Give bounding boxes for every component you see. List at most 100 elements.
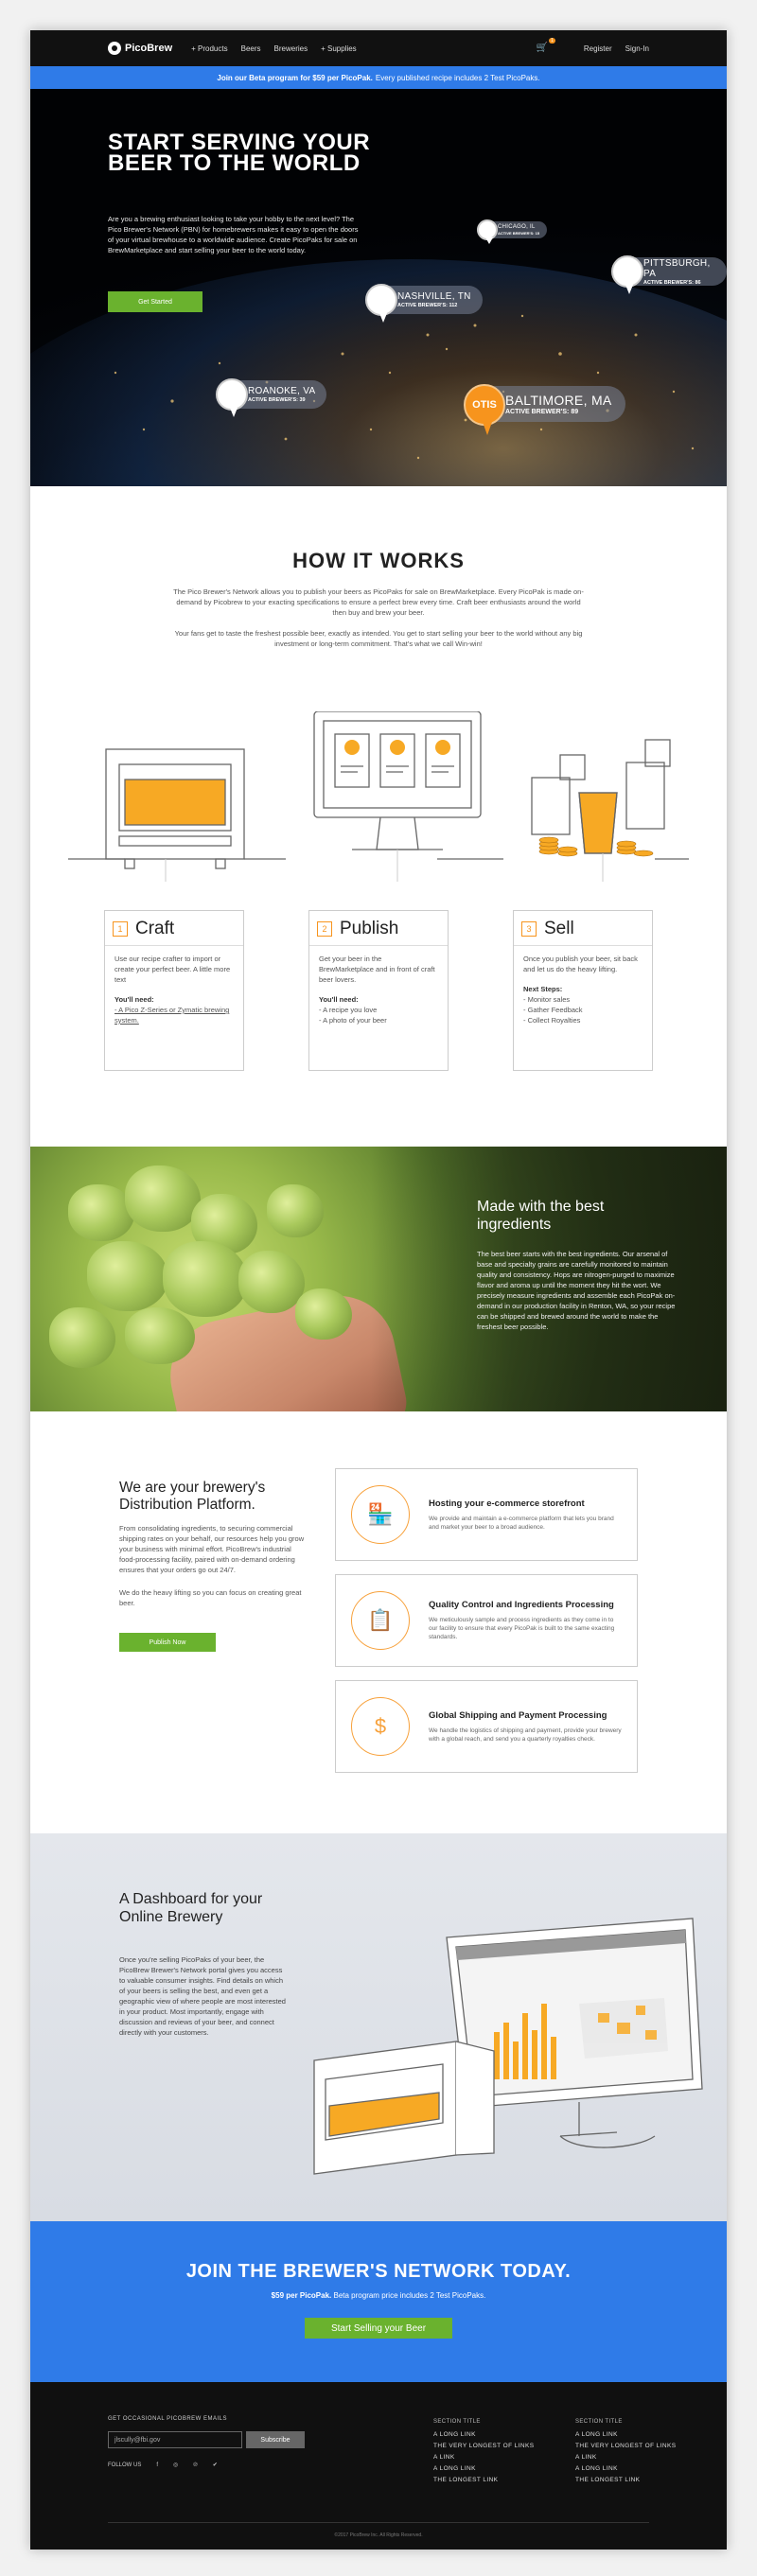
footer: GET OCCASIONAL PICOBREW EMAILS jlscully@… [30, 2382, 727, 2550]
footer-link[interactable]: A LONG LINK [433, 2463, 534, 2475]
join-section: JOIN THE BREWER'S NETWORK TODAY. $59 per… [30, 2221, 727, 2382]
step-card-header: 1 Craft [105, 919, 243, 946]
feature-title: Global Shipping and Payment Processing [429, 1709, 607, 1721]
register-link[interactable]: Register [584, 44, 612, 53]
footer-link[interactable]: A LONG LINK [575, 2429, 676, 2441]
step-need-item[interactable]: - A Pico Z-Series or Zymatic brewing sys… [114, 1005, 234, 1025]
pinterest-icon[interactable]: ℗ [193, 2462, 197, 2468]
pin-city: NASHVILLE, TN [397, 291, 471, 302]
footer-link[interactable]: THE VERY LONGEST OF LINKS [433, 2441, 534, 2452]
feature-storefront: 🏪 Hosting your e-commerce storefront We … [335, 1468, 638, 1561]
step-description: Get your beer in the BrewMarketplace and… [319, 955, 435, 984]
step-need-item: - Gather Feedback [523, 1006, 583, 1014]
step-card-header: 3 Sell [514, 919, 652, 946]
nav-breweries[interactable]: Breweries [274, 44, 308, 53]
step-need-item: - A recipe you love [319, 1006, 378, 1014]
ingredients-title: Made with the best ingredients [477, 1199, 605, 1233]
map-pin-roanoke[interactable]: ROANOKE, VA ACTIVE BREWER'S: 39 [216, 378, 327, 417]
hop-image [295, 1288, 352, 1340]
nav-beers[interactable]: Beers [241, 44, 261, 53]
join-price: $59 per PicoPak. [271, 2291, 332, 2300]
brewery-badge-icon [477, 219, 498, 244]
email-field[interactable]: jlscully@fbi.gov [108, 2431, 242, 2448]
pin-count: ACTIVE BREWER'S: 86 [643, 279, 701, 286]
cart-count-badge: 1 [549, 38, 555, 44]
pico-systems-link[interactable]: - A Pico Z-Series or Zymatic brewing sys… [114, 1006, 229, 1025]
feature-text: We handle the logistics of shipping and … [429, 1726, 622, 1743]
distribution-text-2: We do the heavy lifting so you can focus… [119, 1588, 302, 1607]
nav-products[interactable]: + Products [191, 44, 227, 53]
step-title: Publish [340, 919, 399, 938]
hop-image [267, 1184, 324, 1237]
twitter-icon[interactable]: ✔ [213, 2462, 218, 2468]
step-card-sell: 3 Sell Once you publish your beer, sit b… [513, 910, 653, 1071]
clipboard-icon: 📋 [351, 1591, 410, 1650]
join-title: JOIN THE BREWER'S NETWORK TODAY. [185, 2261, 572, 2282]
pin-city: CHICAGO, IL [498, 224, 536, 230]
start-selling-button[interactable]: Start Selling your Beer [305, 2318, 452, 2339]
nav-supplies[interactable]: + Supplies [321, 44, 357, 53]
pin-count: ACTIVE BREWER'S: 39 [248, 397, 306, 403]
subscribe-button[interactable]: Subscribe [246, 2431, 305, 2448]
step-title: Sell [544, 919, 574, 938]
join-subtitle: $59 per PicoPak. Beta program price incl… [30, 2291, 727, 2300]
get-started-button[interactable]: Get Started [108, 291, 202, 312]
how-it-works-intro-2: Your fans get to taste the freshest poss… [174, 629, 583, 648]
signin-link[interactable]: Sign-In [625, 44, 649, 53]
footer-link[interactable]: A LINK [575, 2452, 676, 2463]
footer-link[interactable]: A LINK [433, 2452, 534, 2463]
pin-city: PITTSBURGH, PA [643, 257, 711, 279]
feature-text: We provide and maintain a e-commerce pla… [429, 1515, 614, 1531]
feature-text: We meticulously sample and process ingre… [429, 1617, 615, 1640]
hop-image [49, 1307, 115, 1368]
step-need-item: - Collect Royalties [523, 1016, 581, 1025]
distribution-text: From consolidating ingredients, to secur… [119, 1524, 305, 1574]
dashboard-illustration [313, 1918, 703, 2175]
step-number: 2 [317, 921, 332, 937]
step-need-label: You'll need: [114, 995, 154, 1004]
footer-link[interactable]: A LONG LINK [433, 2429, 534, 2441]
pin-city: ROANOKE, VA [248, 386, 316, 396]
follow-label: FOLLOW US [108, 2462, 142, 2468]
join-subtitle-text: Beta program price includes 2 Test PicoP… [333, 2291, 486, 2300]
step-card-publish: 2 Publish Get your beer in the BrewMarke… [308, 910, 449, 1071]
brewery-badge-icon [611, 255, 643, 294]
newsletter-label: GET OCCASIONAL PICOBREW EMAILS [108, 2416, 228, 2422]
footer-link[interactable]: THE LONGEST LINK [433, 2475, 534, 2486]
brewery-badge-icon [365, 284, 397, 323]
step-number: 1 [113, 921, 128, 937]
page-frame: PicoBrew + Products Beers Breweries + Su… [30, 30, 727, 2550]
map-pin-pittsburgh[interactable]: PITTSBURGH, PA ACTIVE BREWER'S: 86 [611, 255, 727, 294]
brand-logo[interactable]: PicoBrew [108, 42, 172, 55]
footer-link[interactable]: THE LONGEST LINK [575, 2475, 676, 2486]
dashboard-section: A Dashboard for your Online Brewery Once… [30, 1833, 727, 2221]
step-number: 3 [521, 921, 537, 937]
step-need-item: - Monitor sales [523, 995, 571, 1004]
footer-link[interactable]: THE VERY LONGEST OF LINKS [575, 2441, 676, 2452]
storefront-icon: 🏪 [351, 1485, 410, 1544]
step-card-craft: 1 Craft Use our recipe crafter to import… [104, 910, 244, 1071]
footer-section-title: SECTION TITLE [433, 2419, 481, 2425]
facebook-icon[interactable]: f [156, 2462, 158, 2468]
dashboard-text: Once you're selling PicoPaks of your bee… [119, 1955, 286, 2037]
step-description: Use our recipe crafter to import or crea… [114, 955, 231, 984]
pin-count: ACTIVE BREWER'S: 89 [505, 409, 579, 415]
top-nav: PicoBrew + Products Beers Breweries + Su… [30, 30, 727, 66]
instagram-icon[interactable]: ◎ [173, 2462, 178, 2468]
feature-title: Hosting your e-commerce storefront [429, 1498, 585, 1509]
footer-link[interactable]: A LONG LINK [575, 2463, 676, 2475]
cart-icon[interactable]: 🛒 1 [537, 38, 555, 54]
how-it-works-illustration [68, 711, 689, 882]
step-description: Once you publish your beer, sit back and… [523, 955, 638, 973]
step-need-item: - A photo of your beer [319, 1016, 387, 1025]
hop-image [163, 1241, 248, 1317]
publish-now-button[interactable]: Publish Now [119, 1633, 216, 1652]
pin-count: ACTIVE BREWER'S: 112 [397, 303, 458, 308]
brand-name: PicoBrew [125, 43, 173, 54]
map-pin-chicago[interactable]: CHICAGO, IL ACTIVE BREWER'S: 15 [477, 219, 548, 244]
step-need-label: You'll need: [319, 995, 359, 1004]
ingredients-text: The best beer starts with the best ingre… [477, 1250, 676, 1331]
step-title: Craft [135, 919, 175, 938]
map-pin-nashville[interactable]: NASHVILLE, TN ACTIVE BREWER'S: 112 [365, 284, 483, 323]
map-pin-baltimore[interactable]: BALTIMORE, MA ACTIVE BREWER'S: 89 OTIS [464, 384, 625, 435]
